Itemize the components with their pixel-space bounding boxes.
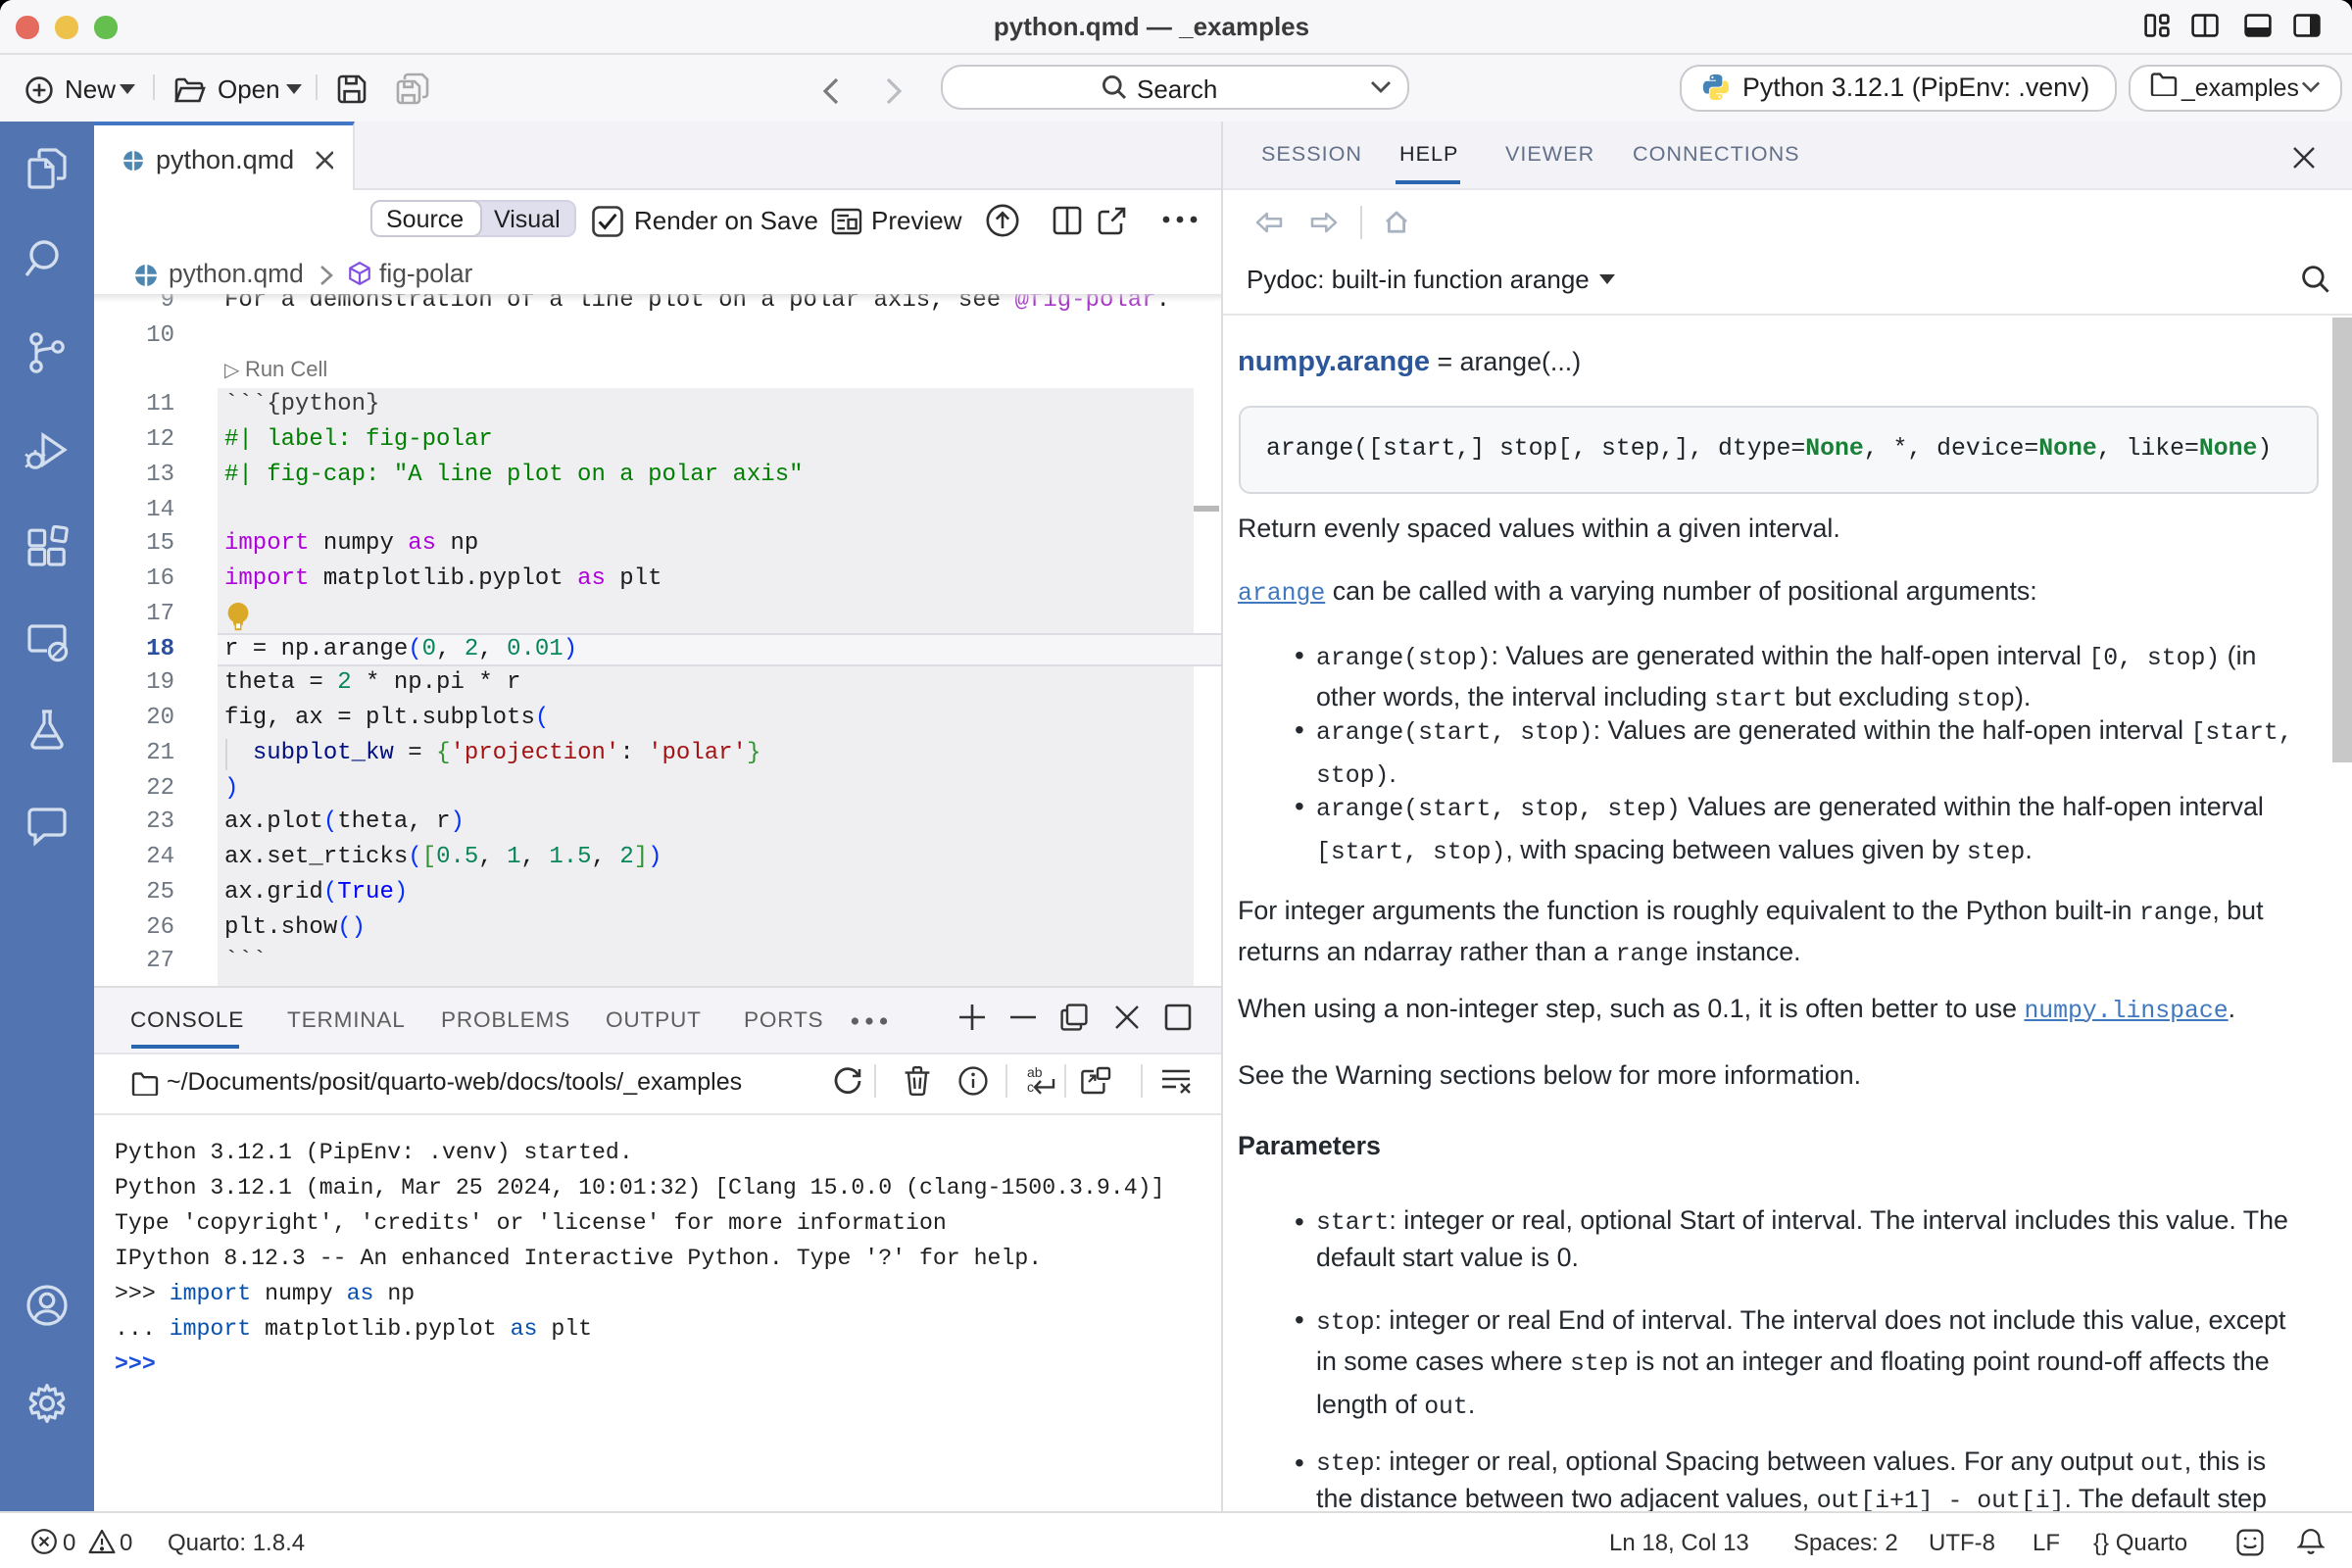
svg-text:ab: ab [1027, 1066, 1043, 1080]
svg-text:c: c [1027, 1079, 1034, 1095]
